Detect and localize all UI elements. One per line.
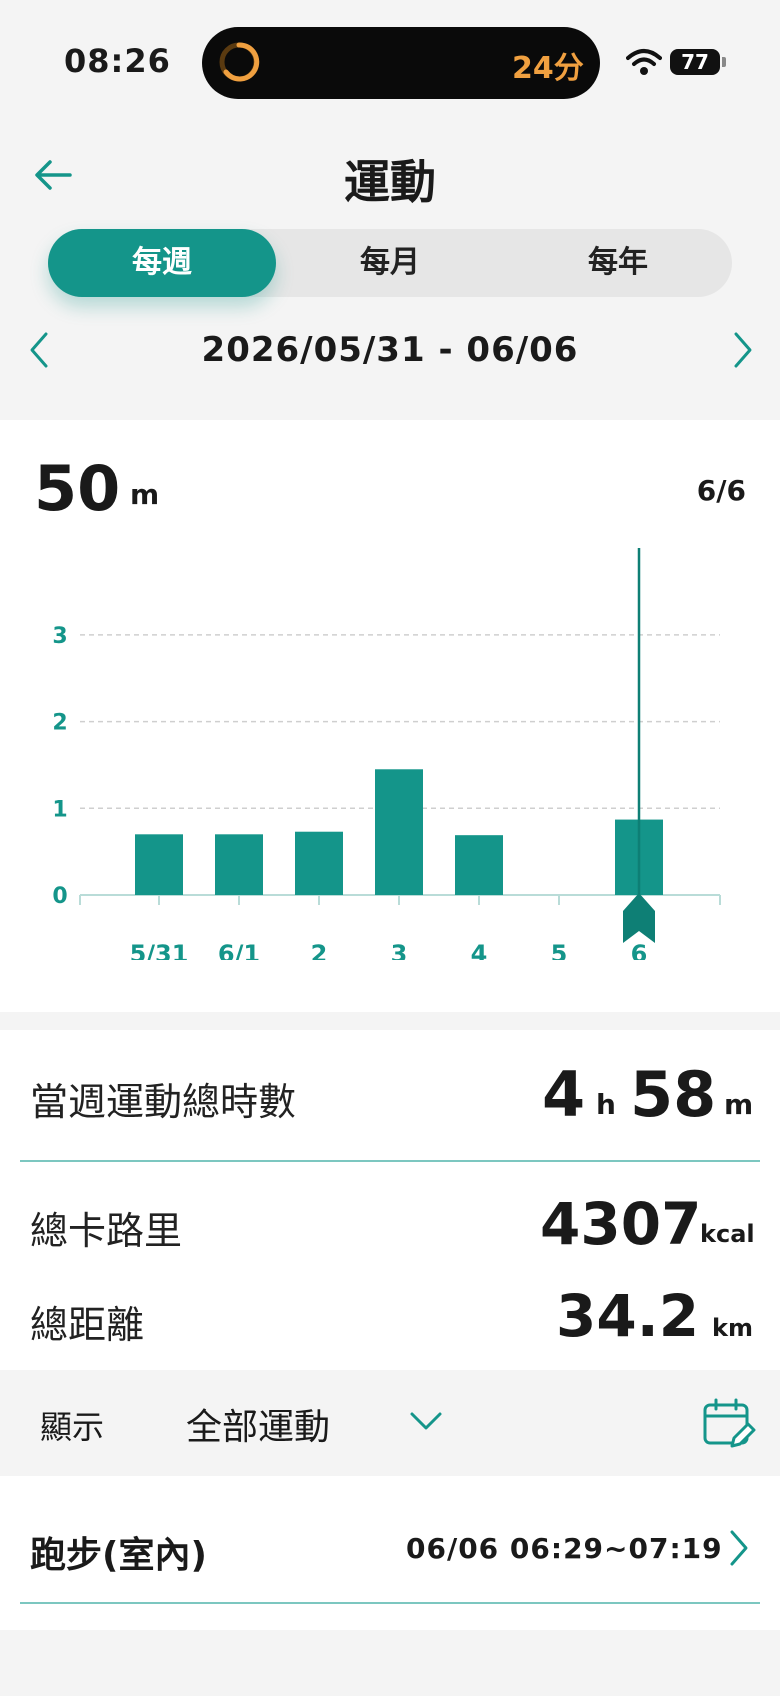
tab-yearly[interactable]: 每年 (504, 229, 732, 297)
selected-value-unit: m (130, 478, 160, 511)
chart-bar[interactable] (375, 769, 423, 895)
calories-unit: kcal (700, 1220, 755, 1248)
calories-label: 總卡路里 (30, 1209, 183, 1253)
chart-bar[interactable] (455, 835, 503, 895)
weekly-minutes-unit: m (724, 1088, 754, 1121)
y-tick-label: 2 (52, 711, 67, 736)
status-time: 08:26 (64, 42, 171, 80)
activity-filter-select[interactable]: 全部運動 (186, 1398, 330, 1450)
distance-label: 總距離 (30, 1303, 145, 1347)
y-tick-label: 3 (52, 624, 67, 649)
x-tick-label: 2 (311, 940, 328, 960)
wifi-icon (626, 49, 662, 75)
x-tick-label: 6 (631, 940, 648, 960)
page-title: 運動 (344, 155, 436, 209)
list-divider (20, 1602, 760, 1604)
x-tick-label: 3 (391, 940, 408, 960)
island-timer: 24分 (512, 51, 584, 86)
date-range: 2026/05/31 - 06/06 (201, 330, 579, 370)
chart-bar[interactable] (295, 831, 343, 895)
calories-value: 4307 (540, 1190, 702, 1258)
weekly-bar-chart[interactable]: 0 1 2 3 5/31 6/1 2 3 4 5 6 (0, 540, 780, 960)
battery-indicator: 77 (670, 49, 720, 75)
battery-tip (722, 57, 726, 67)
period-tabs: 每週 每月 每年 (48, 229, 732, 297)
y-tick-label: 0 (52, 884, 67, 909)
selection-marker (623, 893, 655, 943)
tab-weekly[interactable]: 每週 (48, 229, 276, 297)
x-tick-label: 5 (551, 940, 568, 960)
calendar-edit-icon[interactable] (700, 1396, 756, 1452)
activity-name[interactable]: 跑步(室內) (30, 1526, 207, 1578)
weekly-total-label: 當週運動總時數 (30, 1080, 297, 1124)
filter-label: 顯示 (40, 1408, 105, 1446)
selected-date: 6/6 (696, 474, 746, 507)
next-week-icon[interactable] (728, 328, 758, 372)
stats-divider (20, 1160, 760, 1162)
weekly-hours: 4 (542, 1058, 586, 1131)
weekly-minutes: 58 (630, 1058, 717, 1131)
distance-unit: km (712, 1314, 753, 1342)
chevron-down-icon[interactable] (406, 1404, 446, 1436)
chart-bar[interactable] (215, 834, 263, 895)
tab-monthly[interactable]: 每月 (276, 229, 504, 297)
distance-value: 34.2 (556, 1282, 700, 1350)
y-tick-label: 1 (52, 797, 67, 822)
x-tick-label: 4 (471, 940, 488, 960)
chart-bar[interactable] (135, 834, 183, 895)
x-tick-label: 6/1 (218, 940, 260, 960)
x-tick-label: 5/31 (130, 940, 189, 960)
weekly-hours-unit: h (596, 1088, 616, 1121)
selected-value: 50 (34, 452, 121, 525)
chevron-right-icon[interactable] (726, 1526, 752, 1570)
activity-time: 06/06 06:29~07:19 (406, 1532, 723, 1565)
timer-ring-icon (219, 42, 260, 82)
